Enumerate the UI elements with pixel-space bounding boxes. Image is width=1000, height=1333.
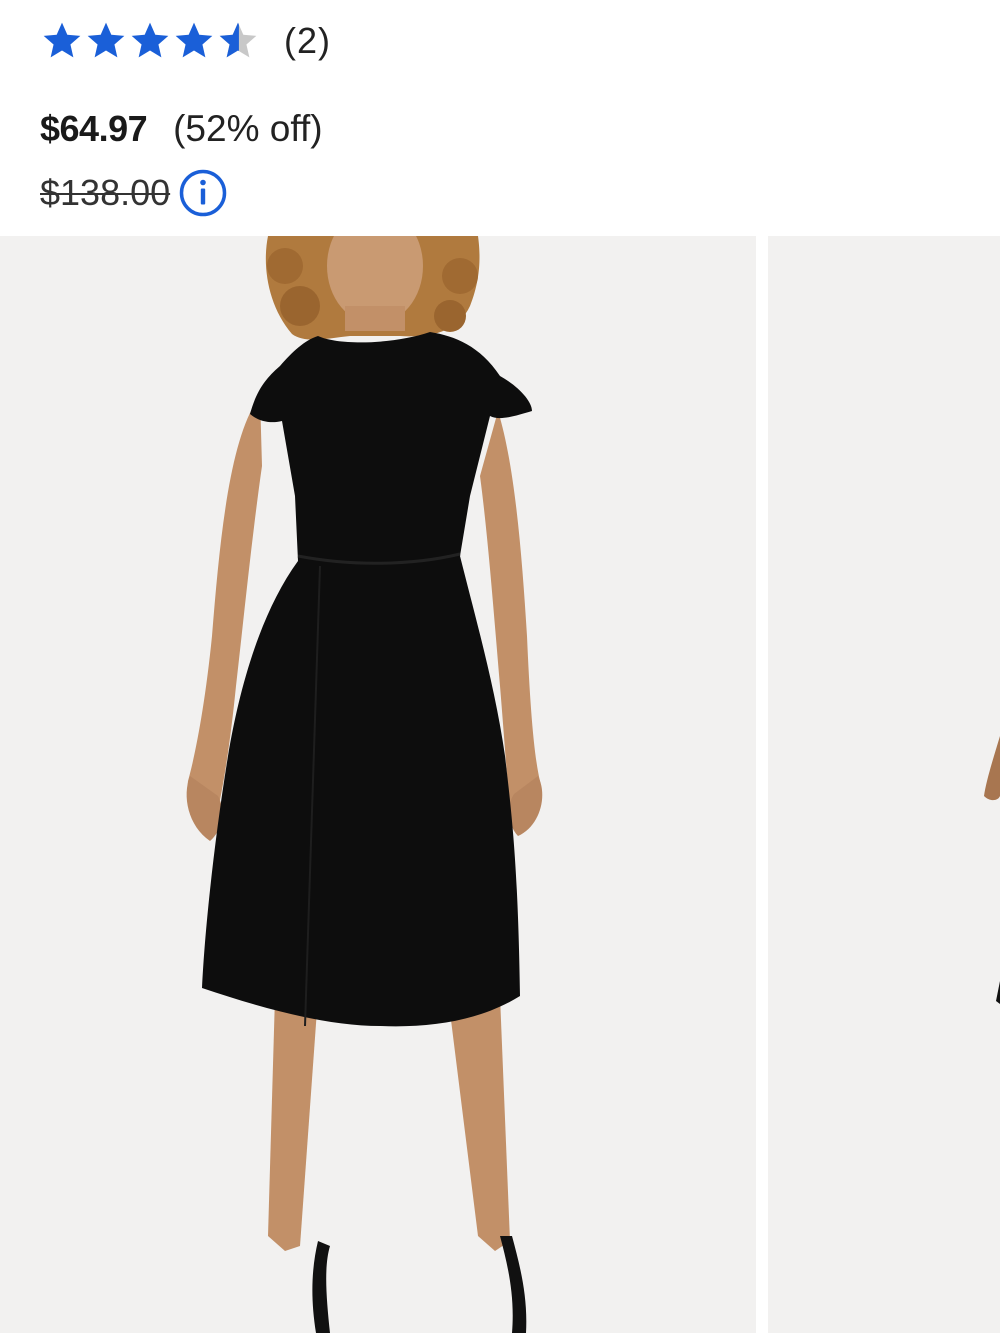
sale-price: $64.97 [40,108,148,149]
star-rating [40,19,260,63]
product-image-gallery[interactable] [0,236,1000,1333]
original-price: $138.00 [40,172,171,213]
rating-row[interactable]: (2) [40,16,331,66]
model-black-dress-partial-image [984,736,1000,1004]
star-icon [87,22,125,58]
star-icon [43,22,81,58]
price-row: $64.97 (52% off) [40,108,323,150]
half-star-icon [219,22,257,58]
discount-label: (52% off) [173,108,323,149]
review-count[interactable]: (2) [284,20,331,62]
original-price-row: $138.00 [40,168,228,218]
product-image-secondary[interactable] [768,236,1000,1333]
info-circle-icon[interactable] [178,168,228,218]
product-image-main[interactable] [0,236,756,1333]
star-icon [131,22,169,58]
star-icon [175,22,213,58]
model-black-dress-image [186,236,543,1333]
